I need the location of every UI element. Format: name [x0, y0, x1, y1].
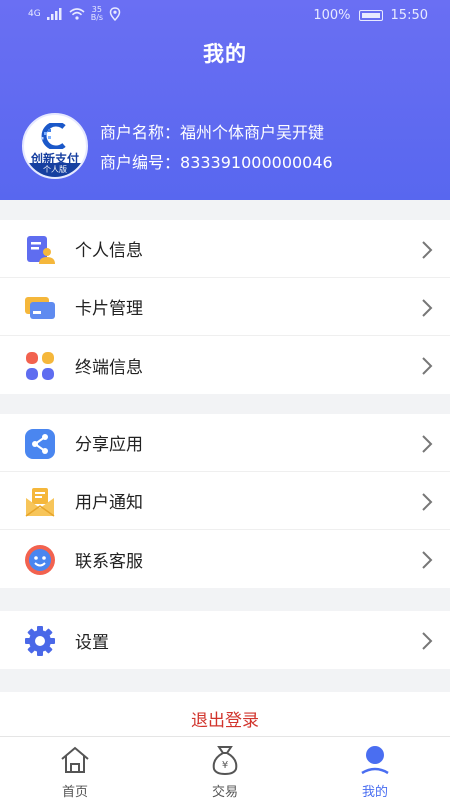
menu-label: 分享应用 — [75, 435, 143, 455]
menu-item-user-notification[interactable]: 用户通知 — [0, 472, 450, 530]
menu-item-personal-info[interactable]: 个人信息 — [0, 220, 450, 278]
merchant-info: 商户名称：福州个体商户吴开键 商户编号：833391000000046 — [100, 118, 333, 178]
menu-section-settings: 设置 — [0, 611, 450, 669]
menu-label: 用户通知 — [75, 493, 143, 513]
status-bar: 4G 35 B/s 100% 15:50 — [0, 6, 450, 26]
network-label: 4G — [28, 9, 41, 19]
menu-section-services: 分享应用 用户通知 联系客服 — [0, 414, 450, 588]
brand-subtitle: 个人版 — [24, 163, 86, 177]
merchant-logo: 创新支付 个人版 — [22, 113, 88, 179]
chevron-right-icon — [422, 357, 433, 375]
chevron-right-icon — [422, 493, 433, 511]
menu-label: 卡片管理 — [75, 299, 143, 319]
location-icon — [109, 7, 121, 21]
battery-icon — [358, 10, 383, 21]
page-title: 我的 — [203, 42, 247, 66]
chevron-right-icon — [422, 435, 433, 453]
menu-label: 联系客服 — [75, 551, 143, 572]
battery-percent: 100% — [313, 8, 351, 23]
home-icon — [61, 746, 89, 773]
menu-section-account: 个人信息 卡片管理 终端信息 — [0, 220, 450, 394]
chevron-right-icon — [422, 241, 433, 259]
customer-service-icon — [25, 545, 55, 575]
merchant-id-row: 商户编号：833391000000046 — [100, 148, 333, 178]
tab-transactions[interactable]: ¥ 交易 — [150, 737, 300, 800]
menu-item-settings[interactable]: 设置 — [0, 611, 450, 669]
share-icon — [25, 429, 55, 459]
money-bag-icon: ¥ — [212, 746, 238, 776]
network-speed: 35 B/s — [91, 6, 103, 22]
merchant-id-label: 商户编号： — [100, 153, 181, 172]
bottom-tab-bar: 首页 ¥ 交易 我的 — [0, 736, 450, 800]
merchant-id-value: 833391000000046 — [180, 153, 333, 172]
chevron-right-icon — [422, 632, 433, 650]
terminal-icon — [26, 352, 54, 380]
chevron-right-icon — [422, 551, 433, 569]
tab-label: 首页 — [61, 785, 88, 800]
tab-mine[interactable]: 我的 — [300, 737, 450, 800]
merchant-name-row: 商户名称：福州个体商户吴开键 — [100, 118, 333, 148]
wifi-icon — [69, 8, 85, 20]
svg-text:¥: ¥ — [222, 760, 228, 771]
menu-item-card-management[interactable]: 卡片管理 — [0, 278, 450, 336]
menu-item-share-app[interactable]: 分享应用 — [0, 414, 450, 472]
tab-home[interactable]: 首页 — [0, 737, 150, 800]
gear-icon — [25, 626, 55, 656]
brand-logo-icon — [41, 123, 66, 149]
notification-icon — [25, 488, 55, 517]
personal-info-icon — [27, 236, 55, 264]
card-icon — [25, 297, 55, 319]
merchant-name-label: 商户名称： — [100, 123, 181, 142]
user-icon — [361, 746, 389, 775]
tab-label: 我的 — [361, 785, 388, 800]
menu-item-terminal-info[interactable]: 终端信息 — [0, 336, 450, 394]
profile-header: 4G 35 B/s 100% 15:50 我的 创新支付 个人版 商户名称：福州… — [0, 0, 450, 200]
status-time: 15:50 — [390, 8, 428, 23]
menu-label: 个人信息 — [75, 241, 143, 261]
menu-label: 设置 — [75, 632, 109, 653]
signal-icon — [46, 8, 62, 20]
chevron-right-icon — [422, 299, 433, 317]
menu-label: 终端信息 — [75, 357, 143, 378]
speed-unit: B/s — [90, 13, 104, 22]
menu-item-customer-service[interactable]: 联系客服 — [0, 530, 450, 588]
merchant-name-value: 福州个体商户吴开键 — [180, 123, 325, 142]
tab-label: 交易 — [211, 785, 238, 800]
